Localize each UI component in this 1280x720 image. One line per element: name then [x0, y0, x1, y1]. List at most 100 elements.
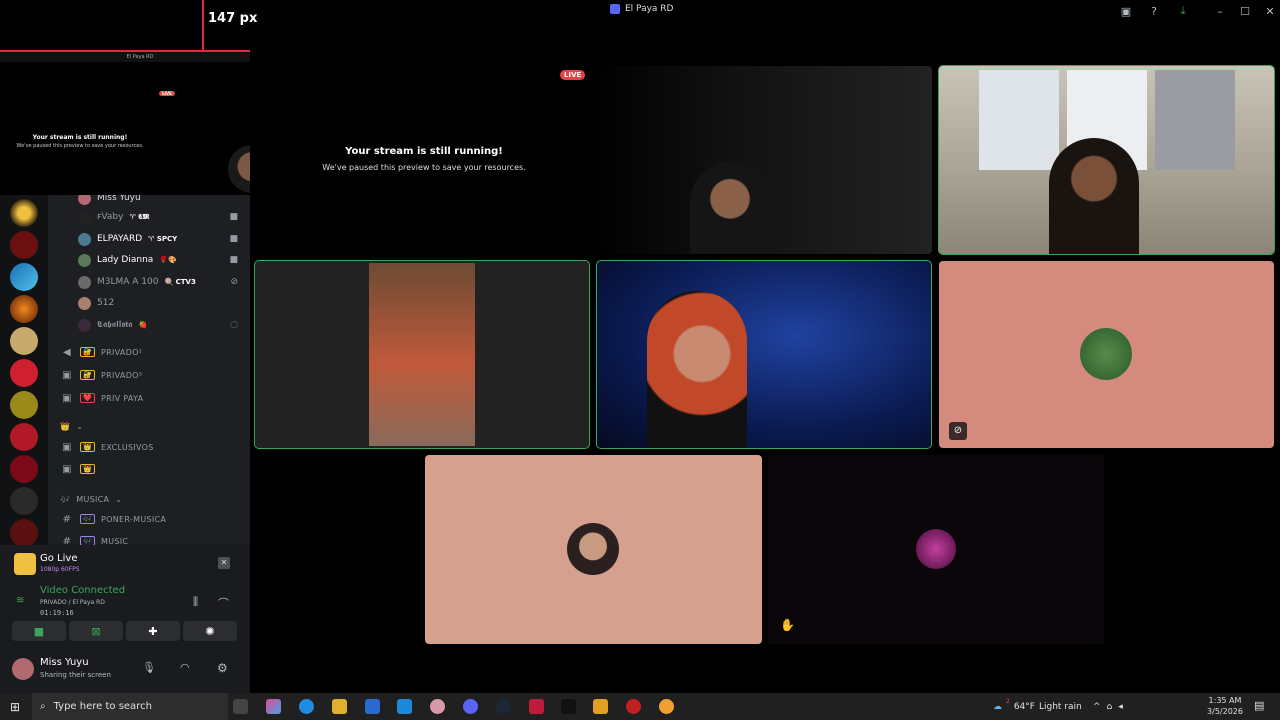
copilot-icon[interactable] — [266, 699, 281, 714]
speaker-icon: ◀ — [63, 346, 71, 358]
soundboard-button[interactable]: ✺ — [183, 621, 237, 641]
avatar — [78, 275, 91, 289]
noise-suppression-icon[interactable]: ⫼ — [193, 595, 198, 609]
task-view-icon[interactable] — [233, 699, 248, 714]
voice-user[interactable]: M3LMA A 100 🍭 CTV3 — [78, 274, 196, 290]
avatar — [78, 210, 91, 224]
server-icon-dark[interactable] — [10, 487, 38, 515]
screen-share-button[interactable]: ⊠ — [69, 621, 123, 641]
webcam-tile-jerseys[interactable] — [938, 65, 1275, 255]
go-live-icon — [14, 553, 36, 575]
help-icon[interactable]: ? — [1146, 3, 1162, 19]
live-badge: LIVE — [560, 70, 586, 80]
chrome-icon[interactable] — [659, 699, 674, 714]
server-icon-red[interactable] — [10, 231, 38, 259]
paused-subtitle: We've paused this preview to save your r… — [322, 163, 526, 172]
discord-icon[interactable] — [463, 699, 478, 714]
server-icon-eterna[interactable] — [10, 423, 38, 451]
avatar-tile-peach[interactable] — [425, 455, 762, 644]
category-musica[interactable]: 🎶 MUSICA ⌄ — [60, 491, 122, 507]
system-tray[interactable]: ^ ⌂ ◂ — [1093, 693, 1123, 720]
avatar[interactable] — [12, 658, 34, 680]
server-icon-only[interactable] — [10, 327, 38, 355]
maximize-button[interactable]: ☐ — [1237, 3, 1253, 19]
voice-status-channel[interactable]: PRIVADO / El Paya RD — [40, 599, 105, 606]
stream-tile[interactable]: LIVE Your stream is still running! We've… — [254, 66, 932, 254]
camera-icon: ■ — [229, 212, 238, 222]
webcam-video — [369, 263, 475, 446]
avatar-tile-dark[interactable]: ✋ — [768, 455, 1104, 644]
download-icon[interactable]: ⤓ — [1175, 3, 1191, 19]
avatar-tile-salmon[interactable]: ⊘ — [939, 261, 1274, 448]
server-icon-rol[interactable] — [10, 455, 38, 483]
voice-user[interactable]: Lady Dianna 🌹🎨 — [78, 252, 177, 268]
channel-privado3[interactable]: ▣ 🔐 PRIVADO³ — [60, 367, 142, 383]
channel-exclusivos[interactable]: ▣ 👑 EXCLUSIVOS — [60, 439, 154, 455]
volume-icon[interactable]: ◂ — [1118, 702, 1123, 712]
avatar — [78, 318, 91, 332]
edge-icon[interactable] — [299, 699, 314, 714]
voice-timer: 01:19:16 — [40, 609, 74, 617]
tiktok-icon[interactable] — [561, 699, 576, 714]
paused-title: Your stream is still running! — [345, 146, 503, 157]
settings-gear-icon[interactable]: ⚙ — [217, 661, 228, 675]
disconnect-icon[interactable]: ⌒ — [218, 595, 229, 611]
microphone-icon[interactable]: 🎙 — [142, 661, 156, 674]
activities-button[interactable]: ✚ — [126, 621, 180, 641]
voice-user[interactable]: ELPAYARD ♈ SPCY — [78, 231, 177, 247]
channel-privado2[interactable]: ◀ 🔐 PRIVADO² — [60, 344, 142, 360]
headphones-icon[interactable]: ◠ — [180, 661, 190, 674]
chevron-down-icon: ⌄ — [115, 494, 123, 504]
stream-preview-popout[interactable]: 147 px El Paya RD LIVE Your stream is st… — [0, 0, 280, 195]
clock[interactable]: 1:35 AM 3/5/2026 — [1200, 695, 1250, 717]
lock-icon: ▣ — [62, 441, 72, 453]
close-button[interactable]: ✕ — [1262, 3, 1278, 19]
webcam-person — [1049, 138, 1139, 254]
stop-stream-icon[interactable]: ✕ — [218, 557, 230, 569]
app-r-icon[interactable] — [593, 699, 608, 714]
video-stage: LIVE Your stream is still running! We've… — [250, 22, 1280, 693]
inbox-icon[interactable]: ▣ — [1118, 3, 1134, 19]
server-icon-ultimo[interactable] — [10, 391, 38, 419]
minimize-button[interactable]: – — [1212, 3, 1228, 19]
app-icon[interactable] — [430, 699, 445, 714]
channel-priv-paya[interactable]: ▣ ❤️ PRIV PAYA — [60, 390, 143, 406]
webcam-tile-portrait[interactable] — [254, 260, 590, 449]
webcam-person — [690, 162, 770, 254]
network-icon[interactable]: ⌂ — [1107, 702, 1113, 712]
preview-live-badge: LIVE — [159, 91, 175, 96]
voice-user[interactable]: 512 — [78, 295, 114, 311]
avatar — [78, 296, 91, 310]
server-icon-only-red[interactable] — [10, 359, 38, 387]
channel-music[interactable]: # 🎶 MUSIC — [60, 533, 128, 545]
camera-button[interactable]: ■ — [12, 621, 66, 641]
obs-icon[interactable] — [626, 699, 641, 714]
channel-list: Miss Yuyu ꜰVaby ♈ 𝕮𝕸 ■ ELPAYARD ♈ SPCY ■ L… — [48, 195, 250, 545]
category-crown[interactable]: 👑 ⌄ — [60, 418, 83, 434]
voice-user[interactable]: Miss Yuyu — [78, 195, 141, 206]
adobe-icon[interactable] — [529, 699, 544, 714]
steam-icon[interactable] — [496, 699, 511, 714]
avatar — [78, 232, 91, 246]
server-icon-partial[interactable] — [10, 519, 38, 547]
server-rail — [0, 195, 48, 547]
file-explorer-icon[interactable] — [332, 699, 347, 714]
server-icon-star[interactable] — [10, 199, 38, 227]
store-icon[interactable] — [365, 699, 380, 714]
channel-crown[interactable]: ▣ 👑 — [60, 461, 96, 477]
windows-start-icon[interactable]: ⊞ — [10, 700, 20, 714]
channel-poner-musica[interactable]: # 🎶 PONER-MUSICA — [60, 511, 166, 527]
notifications-icon[interactable]: ▤ — [1254, 699, 1264, 712]
preview-paused-subtitle: We've paused this preview to save your r… — [16, 143, 144, 149]
voice-user[interactable]: ꜰVaby ♈ 𝕮𝕸 — [78, 209, 149, 225]
title-bar: El Paya RD ▣ ? ⤓ – ☐ ✕ — [280, 0, 1280, 22]
server-icon-fire[interactable] — [10, 295, 38, 323]
voice-status-title: Video Connected — [40, 585, 126, 596]
weather-widget[interactable]: ☁ 2 64°F Light rain — [993, 693, 1082, 720]
server-icon-blue[interactable] — [10, 263, 38, 291]
voice-user[interactable]: 𝕮𝖆𝖇𝖆𝖑𝖑𝖔𝖙𝖆 🍓 — [78, 317, 147, 333]
taskbar-search[interactable]: ⌕ Type here to search — [32, 693, 228, 720]
outlook-icon[interactable] — [397, 699, 412, 714]
chevron-up-icon[interactable]: ^ — [1093, 702, 1101, 712]
webcam-tile-blue[interactable] — [596, 260, 932, 449]
